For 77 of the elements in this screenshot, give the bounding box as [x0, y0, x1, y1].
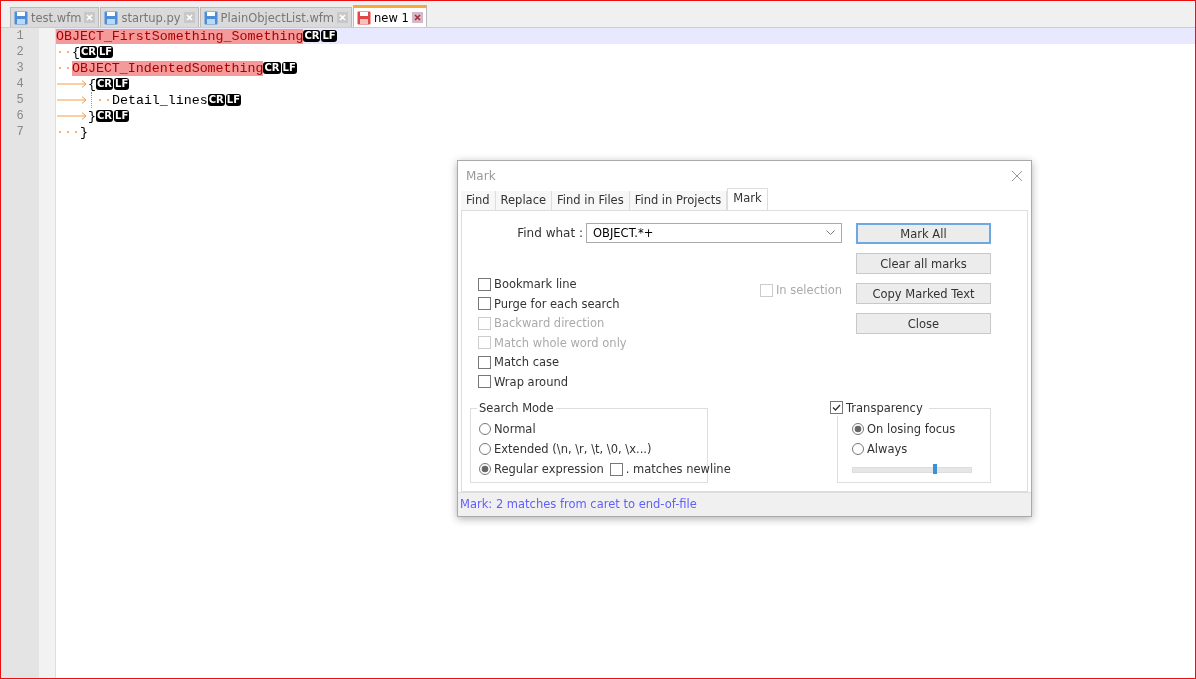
- marked-text: OBJECT_FirstSomething_Something: [56, 28, 304, 44]
- line-ending-badge: LF: [321, 30, 337, 42]
- line-number: 7: [15, 124, 25, 140]
- whitespace-dots: ··: [56, 60, 72, 76]
- status-message: Mark: 2 matches from caret to end-of-file: [460, 497, 697, 512]
- option-label: Wrap around: [494, 374, 569, 389]
- option-label: Match case: [494, 355, 560, 370]
- option-label: Backward direction: [494, 316, 605, 331]
- code-text: }: [88, 108, 96, 124]
- field-label: Find what :: [517, 226, 583, 241]
- radio-button[interactable]: [479, 423, 491, 436]
- code-text: {: [88, 76, 96, 92]
- dialog-button[interactable]: Clear all marks: [856, 253, 991, 275]
- radio-label: Regular expression: [494, 462, 604, 477]
- checkbox[interactable]: [478, 297, 491, 311]
- radio-button[interactable]: [479, 443, 491, 456]
- checkbox[interactable]: [478, 277, 491, 291]
- transparency-slider[interactable]: [852, 466, 972, 473]
- marked-text: OBJECT_IndentedSomething: [71, 60, 264, 76]
- chevron-down-icon[interactable]: [826, 230, 835, 237]
- line-number: 1: [15, 28, 25, 44]
- dialog-tab[interactable]: Mark: [727, 188, 768, 211]
- line-ending-badge: CR: [96, 78, 114, 90]
- line-ending-badge: LF: [98, 46, 114, 58]
- radio-label: Normal: [494, 422, 536, 437]
- tab-arrow-icon: [56, 95, 88, 105]
- option-label: . matches newline: [625, 462, 731, 477]
- radio-button[interactable]: [852, 443, 864, 456]
- whitespace-dots: ··: [56, 44, 72, 60]
- code-text: }: [79, 124, 88, 140]
- dialog-button[interactable]: Copy Marked Text: [856, 283, 991, 305]
- option-label: Purge for each search: [494, 296, 620, 311]
- slider-thumb[interactable]: [932, 463, 937, 474]
- file-tab[interactable]: new 1: [353, 5, 427, 27]
- dialog-tab[interactable]: Find in Projects: [629, 191, 728, 211]
- line-number: 5: [15, 92, 25, 108]
- tab-arrow-icon: [56, 111, 88, 121]
- dialog-tab[interactable]: Find: [461, 191, 496, 211]
- option-label: Match whole word only: [494, 335, 627, 350]
- radio-button[interactable]: [479, 463, 491, 476]
- line-ending-badge: LF: [114, 78, 130, 90]
- radio-button[interactable]: [852, 423, 864, 436]
- tab-arrow-icon: [56, 79, 88, 89]
- find-what-combobox[interactable]: OBJECT.*+: [586, 223, 842, 244]
- radio-label: Extended (\n, \r, \t, \0, \x...): [494, 442, 652, 457]
- line-number: 2: [15, 44, 25, 60]
- line-ending-badge: CR: [96, 110, 114, 122]
- line-number: 4: [15, 76, 25, 92]
- whitespace-dots: ··: [96, 92, 112, 108]
- whitespace-dots: ···: [56, 124, 80, 140]
- radio-label: Always: [867, 442, 908, 457]
- code-text: {: [71, 44, 80, 60]
- line-ending-badge: CR: [263, 62, 281, 74]
- close-icon[interactable]: [411, 12, 423, 23]
- line-ending-badge: CR: [303, 30, 321, 42]
- checkbox[interactable]: [609, 462, 623, 476]
- line-ending-badge: CR: [207, 94, 225, 106]
- line-number: 3: [15, 60, 25, 76]
- checkbox[interactable]: [830, 401, 843, 415]
- option-label: Bookmark line: [494, 277, 577, 292]
- dialog-tab[interactable]: Find in Files: [552, 191, 630, 211]
- group-title: Search Mode: [477, 400, 556, 415]
- dialog-title: Mark: [466, 168, 496, 183]
- dialog-tab[interactable]: Replace: [495, 191, 553, 211]
- code-text: Detail_lines: [111, 92, 208, 108]
- dialog-button[interactable]: Close: [856, 313, 991, 335]
- option-label: In selection: [775, 283, 842, 298]
- line-number: 6: [15, 108, 25, 124]
- line-ending-badge: LF: [114, 110, 130, 122]
- radio-label: On losing focus: [867, 422, 956, 437]
- line-ending-badge: LF: [281, 62, 297, 74]
- checkbox[interactable]: [478, 375, 491, 389]
- checkbox[interactable]: [478, 355, 491, 369]
- line-ending-badge: CR: [79, 46, 97, 58]
- option-label: Transparency: [846, 400, 923, 415]
- dialog-button[interactable]: Mark All: [856, 223, 991, 245]
- line-ending-badge: LF: [225, 94, 241, 106]
